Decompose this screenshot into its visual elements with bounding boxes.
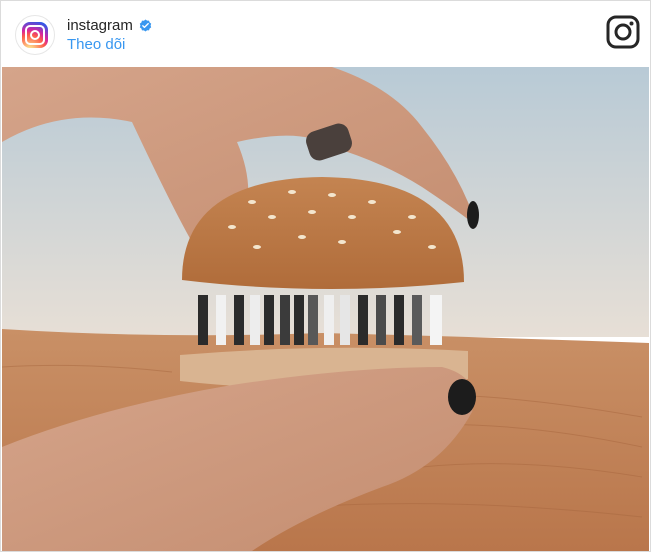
post-header: instagram Theo dõi xyxy=(1,1,650,67)
instagram-embed-card: instagram Theo dõi xyxy=(0,0,651,552)
follow-link[interactable]: Theo dõi xyxy=(67,36,125,53)
instagram-glyph-icon[interactable] xyxy=(606,15,640,49)
username[interactable]: instagram xyxy=(67,17,133,34)
verified-badge-icon xyxy=(139,19,152,32)
post-photo[interactable] xyxy=(2,67,649,551)
username-row: instagram xyxy=(67,17,152,34)
instagram-logo-icon xyxy=(22,22,48,48)
profile-avatar[interactable] xyxy=(15,15,55,55)
